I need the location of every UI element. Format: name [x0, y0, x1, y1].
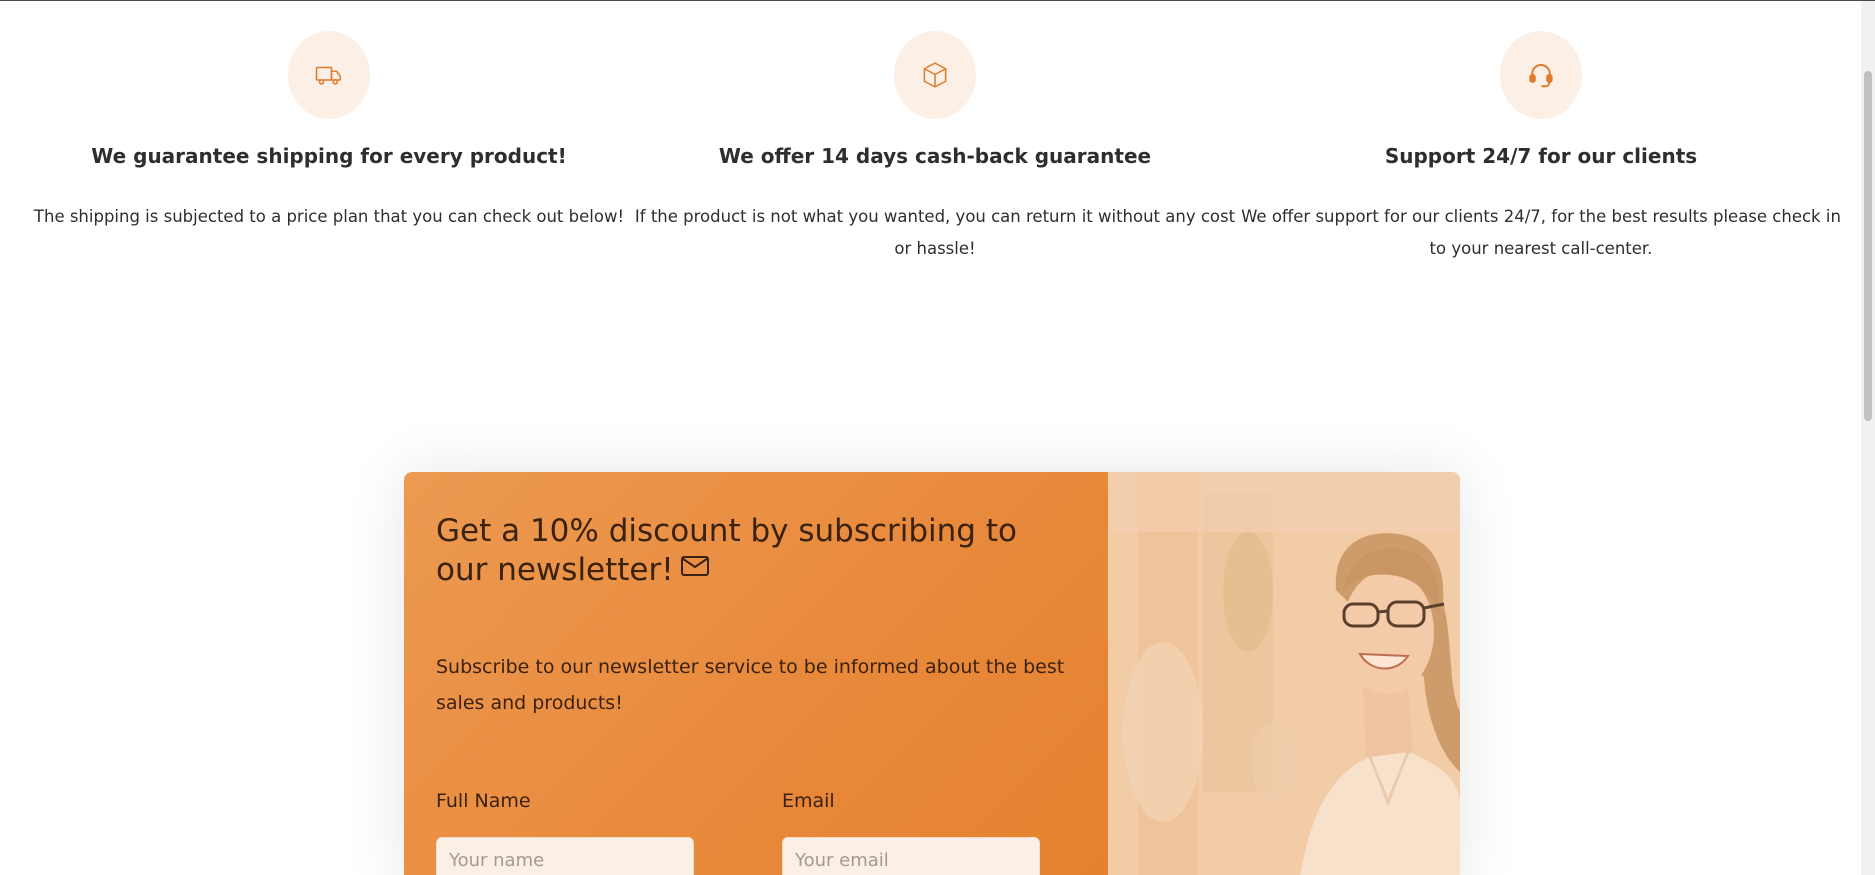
- features-section: We guarantee shipping for every product!…: [26, 31, 1844, 265]
- email-input[interactable]: [782, 837, 1040, 875]
- feature-shipping: We guarantee shipping for every product!…: [26, 31, 632, 265]
- feature-icon-circle: [1500, 31, 1582, 119]
- newsletter-image: [1108, 472, 1460, 875]
- newsletter-title-text: Get a 10% discount by subscribing to our…: [436, 513, 1017, 588]
- truck-icon: [315, 66, 341, 85]
- full-name-group: Full Name: [436, 789, 694, 875]
- feature-text: The shipping is subjected to a price pla…: [33, 207, 625, 226]
- feature-title: Support 24/7 for our clients: [1384, 144, 1698, 168]
- feature-text: We offer support for our clients 24/7, f…: [1241, 207, 1841, 258]
- feature-cashback: We offer 14 days cash-back guarantee If …: [632, 31, 1238, 265]
- feature-text: If the product is not what you wanted, y…: [634, 207, 1236, 258]
- box-icon: [923, 62, 947, 88]
- feature-icon-circle: [894, 31, 976, 119]
- scrollbar-thumb[interactable]: [1864, 71, 1872, 421]
- feature-support: Support 24/7 for our clients We offer su…: [1238, 31, 1844, 265]
- newsletter-form: Full Name Email: [436, 789, 1040, 875]
- feature-title: We offer 14 days cash-back guarantee: [718, 144, 1152, 168]
- feature-icon-circle: [288, 31, 370, 119]
- feature-title: We guarantee shipping for every product!: [91, 144, 567, 168]
- mail-icon: [680, 549, 710, 588]
- newsletter-title: Get a 10% discount by subscribing to our…: [436, 512, 1076, 591]
- newsletter-content: Get a 10% discount by subscribing to our…: [404, 472, 1108, 875]
- smiling-woman-photo: [1108, 472, 1460, 875]
- page: We guarantee shipping for every product!…: [0, 0, 1875, 875]
- newsletter-card: Get a 10% discount by subscribing to our…: [404, 472, 1460, 875]
- vertical-scrollbar[interactable]: [1861, 1, 1875, 875]
- full-name-label: Full Name: [436, 790, 531, 812]
- full-name-input[interactable]: [436, 837, 694, 875]
- email-group: Email: [782, 789, 1040, 875]
- newsletter-description: Subscribe to our newsletter service to b…: [436, 656, 1065, 714]
- headset-icon: [1529, 64, 1553, 88]
- email-label: Email: [782, 790, 835, 812]
